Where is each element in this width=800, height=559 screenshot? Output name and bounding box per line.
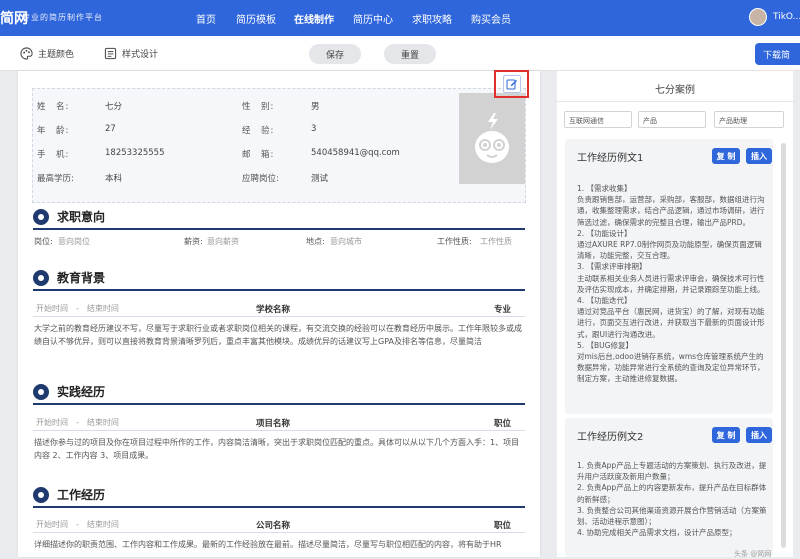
watermark: 头条 @简网 xyxy=(734,550,772,558)
example-card-2: 工作经历例文2 复 制 插入 1. 负责App产品上专题活动的方案策划、执行及改… xyxy=(565,418,773,557)
row-divider xyxy=(33,430,525,431)
edit-button[interactable] xyxy=(503,75,521,93)
card-title: 工作经历例文2 xyxy=(577,432,644,443)
work-role: 职位 xyxy=(494,521,512,531)
panel-divider xyxy=(557,101,793,102)
section-bullet-icon xyxy=(33,208,49,225)
experience-value: 3 xyxy=(311,124,317,134)
palette-icon xyxy=(20,47,33,60)
panel-title: 七分案例 xyxy=(655,85,695,96)
section-title: 求职意向 xyxy=(57,210,106,224)
section-practice[interactable]: 实践经历 xyxy=(33,383,105,400)
insert-button[interactable]: 插入 xyxy=(746,427,772,443)
row-divider xyxy=(33,532,525,533)
applied-position-label: 应聘岗位: xyxy=(242,174,279,184)
age-value: 27 xyxy=(105,124,116,134)
section-work[interactable]: 工作经历 xyxy=(33,486,105,503)
intent-nature-label: 工作性质: xyxy=(437,237,472,246)
editor-toolbar: 主题颜色 样式设计 保存 重置 下载简 xyxy=(0,36,800,71)
theme-color-button[interactable]: 主题颜色 xyxy=(20,47,74,60)
section-divider xyxy=(33,506,525,508)
nav-buy-vip[interactable]: 购买会员 xyxy=(471,11,511,26)
nav-online-make[interactable]: 在线制作 xyxy=(294,11,334,26)
download-button[interactable]: 下载简 xyxy=(755,43,800,65)
insert-button[interactable]: 插入 xyxy=(746,148,772,164)
age-label: 年 龄: xyxy=(37,126,70,136)
intent-job-label: 岗位: xyxy=(34,237,53,246)
section-education[interactable]: 教育背景 xyxy=(33,269,105,286)
logo-slogan: 专业的简历制作平台 xyxy=(22,13,103,22)
work-company: 公司名称 xyxy=(256,521,291,531)
gender-label: 性 别: xyxy=(242,102,275,112)
education-major: 专业 xyxy=(494,305,512,315)
nav-resume-center[interactable]: 简历中心 xyxy=(353,11,393,26)
card-body: 1. 负责App产品上专题活动的方案策划、执行及改进，提升用户活跃度及新用户数量… xyxy=(577,461,767,538)
industry-select[interactable]: 互联网通信 xyxy=(564,111,632,128)
practice-project: 项目名称 xyxy=(256,419,291,429)
nav-job-tips[interactable]: 求职攻略 xyxy=(412,11,452,26)
education-description[interactable]: 大学之前的教育经历建议不写，尽量写于求职行业或者求职岗位相关的课程，有交流交换的… xyxy=(34,322,524,348)
row-divider xyxy=(33,316,525,317)
top-nav: 简网 专业的简历制作平台 首页 简历模板 在线制作 简历中心 求职攻略 购买会员… xyxy=(0,0,800,36)
education-time: 开始时间 - 结束时间 xyxy=(36,304,119,313)
card-body: 1. 【需求收集】 负责跟销售部，运营部，采购部，客服部，数据组进行沟通，收集整… xyxy=(577,184,765,384)
practice-role: 职位 xyxy=(494,419,512,429)
email-value: 540458941@qq.com xyxy=(311,148,400,158)
email-label: 邮 箱: xyxy=(242,150,275,160)
mascot-icon xyxy=(475,112,509,163)
save-button[interactable]: 保存 xyxy=(309,44,361,64)
section-bullet-icon xyxy=(33,269,49,286)
section-divider xyxy=(33,403,525,405)
theme-color-label: 主题颜色 xyxy=(38,50,75,60)
nav-templates[interactable]: 简历模板 xyxy=(236,11,276,26)
style-design-label: 样式设计 xyxy=(122,50,159,60)
section-job-intent[interactable]: 求职意向 xyxy=(33,208,105,225)
applied-position-value: 测试 xyxy=(311,174,329,184)
card-title: 工作经历例文1 xyxy=(577,153,644,164)
intent-job-value: 意向岗位 xyxy=(58,237,90,246)
avatar[interactable] xyxy=(749,8,767,26)
education-level-label: 最高学历: xyxy=(37,174,74,184)
intent-salary-label: 薪资: xyxy=(184,237,203,246)
practice-time: 开始时间 - 结束时间 xyxy=(36,418,119,427)
style-design-button[interactable]: 样式设计 xyxy=(104,47,158,60)
position-select[interactable]: 产品助理 xyxy=(714,111,784,128)
username[interactable]: TikO... xyxy=(773,12,800,22)
gender-value: 男 xyxy=(311,102,320,112)
intent-nature-value: 工作性质 xyxy=(480,237,512,246)
section-title: 教育背景 xyxy=(57,271,106,285)
copy-button[interactable]: 复 制 xyxy=(712,427,740,443)
panel-scrollbar[interactable] xyxy=(781,143,786,548)
phone-label: 手 机: xyxy=(37,150,70,160)
experience-label: 经 验: xyxy=(242,126,275,136)
intent-city-label: 地点: xyxy=(306,237,325,246)
name-label: 姓 名: xyxy=(37,102,70,112)
edit-icon xyxy=(506,79,517,90)
education-school: 学校名称 xyxy=(256,305,291,315)
intent-salary-value: 意向薪资 xyxy=(207,237,239,246)
name-value: 七分 xyxy=(105,102,123,112)
education-level-value: 本科 xyxy=(105,174,123,184)
profile-photo[interactable] xyxy=(459,93,525,184)
work-time: 开始时间 - 结束时间 xyxy=(36,520,119,529)
intent-city-value: 意向城市 xyxy=(330,237,362,246)
section-title: 工作经历 xyxy=(57,488,106,502)
copy-button[interactable]: 复 制 xyxy=(712,148,740,164)
style-icon xyxy=(104,47,117,60)
function-select[interactable]: 产品 xyxy=(638,111,706,128)
reset-button[interactable]: 重置 xyxy=(384,44,436,64)
section-divider xyxy=(33,228,525,230)
phone-value: 18253325555 xyxy=(105,148,165,158)
section-divider xyxy=(33,289,525,291)
example-card-1: 工作经历例文1 复 制 插入 1. 【需求收集】 负责跟销售部，运营部，采购部，… xyxy=(565,139,773,414)
section-title: 实践经历 xyxy=(57,385,106,399)
section-bullet-icon xyxy=(33,486,49,503)
nav-home[interactable]: 首页 xyxy=(196,11,216,26)
practice-description[interactable]: 描述你参与过的项目及你在项目过程中所作的工作，内容简洁清晰，突出于求职岗位匹配的… xyxy=(34,436,524,462)
section-bullet-icon xyxy=(33,383,49,400)
example-panel: 七分案例 互联网通信 产品 产品助理 工作经历例文1 复 制 插入 1. 【需求… xyxy=(557,71,793,557)
work-description[interactable]: 详细描述你的职责范围、工作内容和工作成果。最新的工作经验放在最前。描述尽量简洁，… xyxy=(34,538,524,551)
